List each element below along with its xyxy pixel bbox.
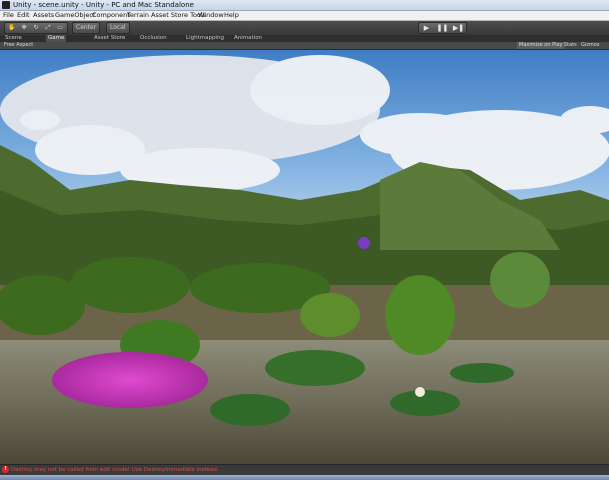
- menu-window[interactable]: Window: [198, 11, 224, 20]
- error-icon: !: [2, 466, 9, 473]
- menu-bar: File Edit Assets GameObject Component Te…: [0, 11, 609, 21]
- menu-component[interactable]: Component: [92, 11, 130, 20]
- window-title: Unity - scene.unity - Unity - PC and Mac…: [13, 1, 194, 9]
- scale-tool-icon[interactable]: ⤢: [43, 23, 53, 33]
- menu-file[interactable]: File: [3, 11, 14, 20]
- game-view-bar: Free Aspect Maximize on Play Stats Gizmo…: [0, 42, 609, 50]
- menu-gameobject[interactable]: GameObject: [55, 11, 96, 20]
- tab-lightmapping[interactable]: Lightmapping: [184, 35, 226, 42]
- game-view-render[interactable]: [0, 50, 609, 464]
- tab-scene[interactable]: Scene: [3, 35, 24, 42]
- aspect-dropdown[interactable]: Free Aspect: [4, 42, 33, 49]
- tab-animation-label: Animation: [234, 35, 263, 41]
- play-icon[interactable]: ▶: [419, 23, 434, 33]
- menu-assets[interactable]: Assets: [33, 11, 54, 20]
- move-tool-icon[interactable]: ✥: [19, 23, 29, 33]
- white-lotus: [415, 387, 425, 397]
- menu-help[interactable]: Help: [224, 11, 239, 20]
- tab-lightmapping-label: Lightmapping: [186, 35, 224, 41]
- space-local-label: Local: [110, 24, 126, 31]
- console-status-bar[interactable]: ! Destroy may not be called from edit mo…: [0, 464, 609, 475]
- menu-terrain[interactable]: Terrain: [127, 11, 149, 20]
- tab-occlusion-label: Occlusion: [140, 35, 167, 41]
- pivot-center-button[interactable]: Center: [72, 22, 101, 34]
- tab-occlusion[interactable]: Occlusion: [138, 35, 169, 42]
- view-tab-bar: Scene Game Asset Store Occlusion Lightma…: [0, 35, 609, 42]
- pink-flowers: [52, 352, 208, 408]
- hand-tool-icon[interactable]: ✋: [7, 23, 17, 33]
- maximize-on-play-toggle[interactable]: Maximize on Play: [517, 42, 565, 49]
- play-controls: ▶ ❚❚ ▶❚: [418, 22, 467, 34]
- unity-logo-icon: [2, 1, 10, 9]
- pivot-center-label: Center: [76, 24, 97, 31]
- purple-flower: [358, 237, 370, 249]
- tab-game[interactable]: Game: [46, 35, 67, 42]
- tab-asset-store[interactable]: Asset Store: [92, 35, 127, 42]
- error-message: Destroy may not be called from edit mode…: [11, 467, 219, 473]
- stats-toggle[interactable]: Stats: [564, 42, 577, 49]
- rect-tool-icon[interactable]: ▭: [55, 23, 65, 33]
- tab-animation[interactable]: Animation: [232, 35, 264, 42]
- main-toolbar: ✋ ✥ ↻ ⤢ ▭ Center Local: [0, 21, 609, 34]
- gizmos-dropdown[interactable]: Gizmos: [581, 42, 599, 49]
- pause-icon[interactable]: ❚❚: [435, 23, 450, 33]
- space-local-button[interactable]: Local: [106, 22, 130, 34]
- transform-tools: ✋ ✥ ↻ ⤢ ▭: [4, 22, 68, 34]
- tab-scene-label: Scene: [5, 35, 22, 41]
- title-bar: Unity - scene.unity - Unity - PC and Mac…: [0, 0, 609, 11]
- os-taskbar: [0, 475, 609, 480]
- tab-asset-store-label: Asset Store: [94, 35, 126, 41]
- step-icon[interactable]: ▶❚: [451, 23, 466, 33]
- menu-edit[interactable]: Edit: [17, 11, 30, 20]
- tab-game-label: Game: [48, 35, 65, 41]
- rotate-tool-icon[interactable]: ↻: [31, 23, 41, 33]
